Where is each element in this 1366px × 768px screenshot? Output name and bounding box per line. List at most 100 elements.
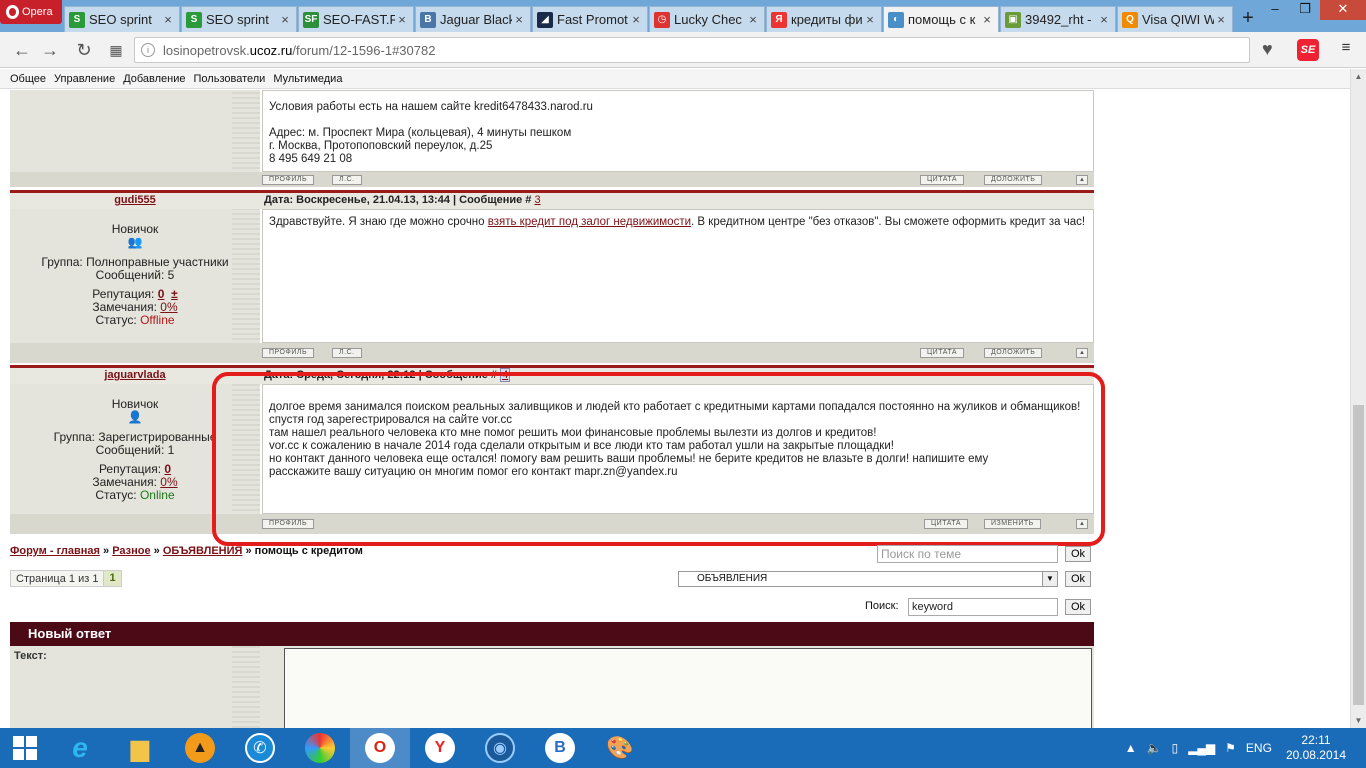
action-center-icon[interactable]: ⚑ xyxy=(1225,741,1236,755)
scroll-top-button[interactable]: ▲ xyxy=(1076,348,1088,358)
taskbar-internet-explorer[interactable]: e xyxy=(50,728,110,768)
browser-tab[interactable]: SF SEO-FAST.R × xyxy=(298,6,414,32)
network-signal-icon[interactable]: ▂▄▆ xyxy=(1188,741,1215,755)
ucoz-menu-item[interactable]: Мультимедиа xyxy=(273,73,342,85)
tab-close-icon[interactable]: × xyxy=(746,12,760,27)
browser-tab[interactable]: ◐ помощь с к × xyxy=(883,6,999,32)
input-language[interactable]: ENG xyxy=(1246,741,1272,755)
reputation-link[interactable]: 0 xyxy=(158,287,165,301)
battery-icon[interactable]: ▯ xyxy=(1172,741,1179,755)
forward-button[interactable]: → xyxy=(38,38,62,62)
new-reply-form: Текст: xyxy=(10,646,1094,728)
taskbar-yandex-browser[interactable]: Y xyxy=(410,728,470,768)
forum-search-input[interactable]: keyword xyxy=(908,598,1058,616)
clock[interactable]: 22:11 20.08.2014 xyxy=(1286,733,1346,763)
section-jump-select[interactable]: ОБЪЯВЛЕНИЯ ▼ xyxy=(678,571,1058,587)
tab-close-icon[interactable]: × xyxy=(1214,12,1228,27)
tab-close-icon[interactable]: × xyxy=(863,12,877,27)
tab-close-icon[interactable]: × xyxy=(629,12,643,27)
minimize-button[interactable]: – xyxy=(1260,0,1290,20)
browser-tab[interactable]: ◷ Lucky Chec × xyxy=(649,6,765,32)
browser-tab[interactable]: Q Visa QIWI W × xyxy=(1117,6,1233,32)
post-author-link[interactable]: gudi555 xyxy=(10,193,260,209)
breadcrumb-misc[interactable]: Разное xyxy=(112,545,150,557)
search-label: Поиск: xyxy=(865,600,899,612)
taskbar-ball-app[interactable] xyxy=(290,728,350,768)
ucoz-menu-item[interactable]: Общее xyxy=(10,73,46,85)
browser-tab[interactable]: Якредиты фи × xyxy=(766,6,882,32)
section-jump-ok-button[interactable]: Ok xyxy=(1065,571,1091,587)
windows-taskbar: e ▆ ▲ ✆ O Y ◉ B 🎨 ▲ 🔈 ▯ ▂▄▆ ⚑ ENG 22:11 … xyxy=(0,728,1366,768)
warnings-link[interactable]: 0% xyxy=(160,300,177,314)
browser-tab[interactable]: S SEO sprint × xyxy=(181,6,297,32)
pagination-current-page[interactable]: 1 xyxy=(103,571,121,586)
taskbar-chat-app[interactable]: ✆ xyxy=(230,728,290,768)
tab-close-icon[interactable]: × xyxy=(512,12,526,27)
message-line: Адрес: м. Проспект Мира (кольцевая), 4 м… xyxy=(269,127,572,139)
reputation-link[interactable]: 0 xyxy=(164,462,171,476)
ucoz-menu-item[interactable]: Добавление xyxy=(123,73,185,85)
message-line: 8 495 649 21 08 xyxy=(269,153,353,165)
loan-link[interactable]: взять кредит под залог недвижимости xyxy=(488,216,691,228)
ucoz-menu-item[interactable]: Управление xyxy=(54,73,115,85)
quote-button[interactable]: ЦИТАТА xyxy=(920,175,965,185)
topic-search-input[interactable]: Поиск по теме xyxy=(877,545,1058,563)
browser-tab[interactable]: ▣ 39492_rht - × xyxy=(1000,6,1116,32)
ucoz-menu-item[interactable]: Пользователи xyxy=(194,73,266,85)
report-button[interactable]: ДОЛОЖИТЬ xyxy=(984,175,1043,185)
tray-expand-icon[interactable]: ▲ xyxy=(1125,741,1137,755)
tab-close-icon[interactable]: × xyxy=(395,12,409,27)
window-controls: – ❐ ✕ xyxy=(1260,0,1366,20)
vk-icon: B xyxy=(420,11,436,28)
page-scrollbar[interactable]: ▲ ▼ xyxy=(1350,69,1366,728)
window-close-button[interactable]: ✕ xyxy=(1320,0,1366,20)
pm-button[interactable]: Л.С. xyxy=(332,175,362,185)
volume-icon[interactable]: 🔈 xyxy=(1147,741,1162,755)
maximize-button[interactable]: ❐ xyxy=(1290,0,1320,20)
taskbar-paint[interactable]: 🎨 xyxy=(590,728,650,768)
reload-button[interactable]: ↻ xyxy=(72,38,96,62)
reply-textarea[interactable] xyxy=(284,648,1092,728)
profile-button[interactable]: ПРОФИЛЬ xyxy=(262,175,315,185)
post-date: Дата: Воскресенье, 21.04.13, 13:44 | Соо… xyxy=(264,194,532,206)
scroll-up-arrow-icon[interactable]: ▲ xyxy=(1351,69,1366,84)
report-button[interactable]: ДОЛОЖИТЬ xyxy=(984,348,1043,358)
scrollbar-thumb[interactable] xyxy=(1353,405,1364,705)
warnings-link[interactable]: 0% xyxy=(160,475,177,489)
seo-extension-icon[interactable]: SE xyxy=(1297,39,1319,61)
post-number-link[interactable]: 3 xyxy=(534,194,540,206)
breadcrumb-section[interactable]: ОБЪЯВЛЕНИЯ xyxy=(163,545,243,557)
tab-close-icon[interactable]: × xyxy=(161,12,175,27)
forum-search-ok-button[interactable]: Ok xyxy=(1065,599,1091,615)
taskbar-avast[interactable]: ▲ xyxy=(170,728,230,768)
taskbar-file-explorer[interactable]: ▆ xyxy=(110,728,170,768)
scroll-down-arrow-icon[interactable]: ▼ xyxy=(1351,713,1366,728)
stash-heart-icon[interactable]: ♥ xyxy=(1262,39,1273,60)
tab-close-icon[interactable]: × xyxy=(278,12,292,27)
back-button[interactable]: ← xyxy=(10,38,34,62)
profile-button[interactable]: ПРОФИЛЬ xyxy=(262,348,315,358)
browser-menu-icon[interactable]: ≡ xyxy=(1336,39,1356,59)
pm-button[interactable]: Л.С. xyxy=(332,348,362,358)
opera-menu-button[interactable]: Opera xyxy=(0,0,62,24)
start-button[interactable] xyxy=(0,728,50,768)
post-message-body: Условия работы есть на нашем сайте kredi… xyxy=(262,90,1094,172)
taskbar-vk-app[interactable]: B xyxy=(530,728,590,768)
chevron-down-icon[interactable]: ▼ xyxy=(1042,572,1057,586)
url-field[interactable]: i losinopetrovsk. ucoz.ru/forum/12-1596-1… xyxy=(134,37,1250,63)
topic-search-ok-button[interactable]: Ok xyxy=(1065,546,1091,562)
browser-tab[interactable]: S SEO sprint × xyxy=(64,6,180,32)
speed-dial-icon[interactable]: ▦ xyxy=(104,38,128,62)
taskbar-media-app[interactable]: ◉ xyxy=(470,728,530,768)
reputation-change-link[interactable]: ± xyxy=(171,287,178,301)
tab-close-icon[interactable]: × xyxy=(1097,12,1111,27)
tab-close-icon[interactable]: × xyxy=(980,12,994,27)
breadcrumb-forum-home[interactable]: Форум - главная xyxy=(10,545,100,557)
scroll-top-button[interactable]: ▲ xyxy=(1076,175,1088,185)
site-info-icon[interactable]: i xyxy=(141,43,155,57)
new-tab-button[interactable]: + xyxy=(1234,6,1262,32)
browser-tab[interactable]: B Jaguar Black × xyxy=(415,6,531,32)
taskbar-opera[interactable]: O xyxy=(350,728,410,768)
quote-button[interactable]: ЦИТАТА xyxy=(920,348,965,358)
browser-tab[interactable]: ◢ Fast Promot × xyxy=(532,6,648,32)
